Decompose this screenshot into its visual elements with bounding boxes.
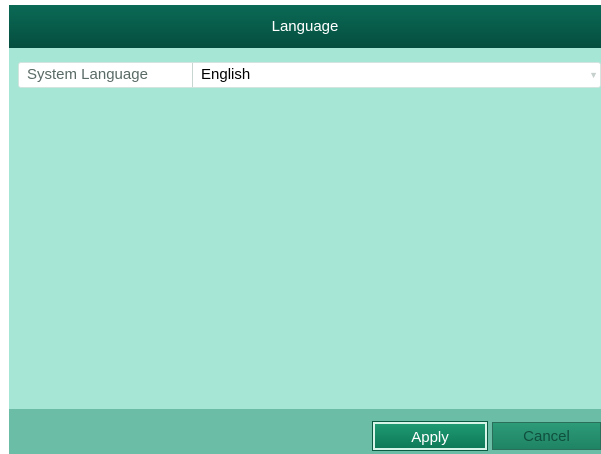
system-language-row: System Language English ▼ <box>18 62 601 88</box>
cancel-button[interactable]: Cancel <box>492 422 601 450</box>
chevron-down-icon[interactable]: ▼ <box>589 63 598 87</box>
system-language-select[interactable]: English ▼ <box>194 63 600 87</box>
system-language-label: System Language <box>19 63 193 87</box>
dialog-title: Language <box>9 5 601 48</box>
language-dialog: Language System Language English ▼ Apply… <box>9 5 601 454</box>
dialog-footer: Apply Cancel <box>9 409 601 454</box>
system-language-value: English <box>201 66 251 83</box>
apply-button[interactable]: Apply <box>372 421 488 451</box>
